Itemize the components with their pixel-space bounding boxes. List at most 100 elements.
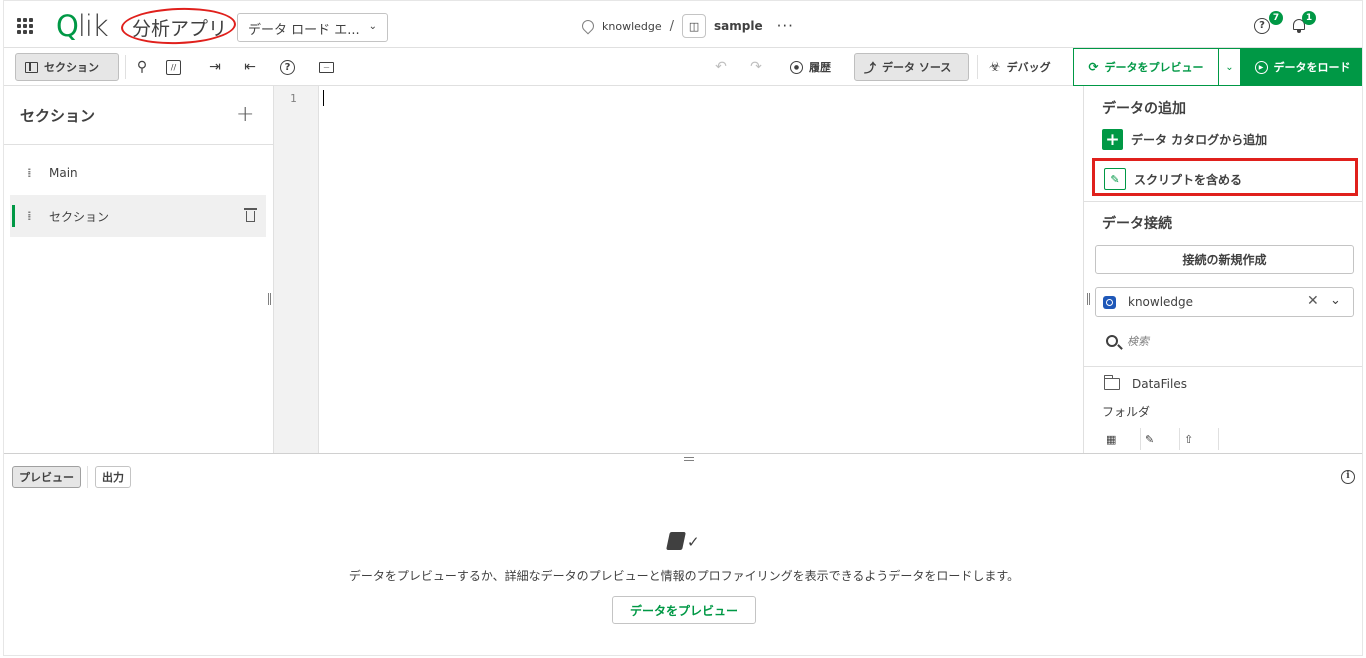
annotation-rectangle (1092, 158, 1358, 196)
new-connection-button[interactable]: 接続の新規作成 (1095, 245, 1354, 274)
play-icon: ▶ (1254, 60, 1268, 74)
space-icon (579, 17, 597, 35)
notifications-badge: 1 (1302, 11, 1316, 25)
select-data-icon[interactable]: ▦ (1102, 428, 1141, 450)
tab-preview[interactable]: プレビュー (12, 466, 81, 488)
resize-handle[interactable] (684, 457, 694, 461)
connection-select[interactable]: knowledge ✕ ⌄ (1095, 287, 1354, 317)
space-link[interactable]: knowledge (602, 20, 662, 33)
toolbar-divider (977, 55, 978, 79)
comment-icon[interactable]: // (166, 60, 181, 75)
help-badge: 7 (1269, 11, 1283, 25)
folder-icon (1103, 375, 1120, 390)
help-icon[interactable]: ? (1254, 18, 1270, 34)
breadcrumb-separator: / (669, 18, 675, 34)
preview-dropdown-button[interactable]: ⌄ (1219, 48, 1241, 86)
breadcrumb: knowledge / ◫ sample ··· (579, 14, 794, 38)
clear-icon[interactable]: ✕ (1307, 293, 1319, 309)
divider (87, 466, 88, 488)
tab-output[interactable]: 出力 (95, 466, 131, 488)
history-button[interactable]: ● 履歴 (781, 53, 840, 81)
section-item-label: セクション (49, 209, 110, 224)
folder-name: DataFiles (1132, 377, 1187, 391)
mode-select[interactable]: データ ロード エ... ⌄ (237, 13, 388, 42)
insert-script-icon[interactable]: ✎ (1141, 428, 1180, 450)
folder-item-datafiles[interactable]: DataFiles (1103, 375, 1187, 391)
folder-actions: ▦ ✎ ⇧ (1102, 428, 1219, 450)
info-icon[interactable]: i (1341, 470, 1355, 484)
line-number: 1 (290, 92, 297, 105)
empty-state-message: データをプレビューするか、詳細なデータのプレビューと情報のプロファイリングを表示… (348, 569, 1020, 583)
app-title[interactable]: sample (714, 19, 763, 33)
divider (1084, 201, 1362, 202)
indent-icon[interactable]: ⇥ (206, 58, 224, 76)
connection-select-value: knowledge (1128, 295, 1194, 309)
drag-handle-icon[interactable]: ⁞⁞ (27, 166, 35, 180)
search-icon (1106, 335, 1118, 347)
debug-label: デバッグ (1006, 61, 1051, 74)
help-circle-icon[interactable]: ? (280, 60, 295, 75)
preview-data-secondary-button[interactable]: データをプレビュー (612, 596, 756, 624)
search-placeholder: 検索 (1127, 335, 1149, 348)
sections-title: セクション (20, 107, 96, 125)
preview-icon: ⟳ (1088, 60, 1099, 74)
line-gutter: 1 (274, 86, 319, 453)
preview-data-label: データをプレビュー (1104, 61, 1204, 74)
data-panel: データの追加 + データ カタログから追加 ✎ スクリプトを含める データ接続 … (1083, 86, 1362, 453)
chevron-down-icon: ⌄ (368, 21, 377, 32)
debug-button[interactable]: ☣ デバッグ (980, 53, 1060, 81)
connections-title: データ接続 (1102, 216, 1172, 232)
resize-handle[interactable] (268, 293, 271, 305)
search-icon[interactable]: ⚲ (133, 58, 151, 76)
toolbar: セクション ⚲ // ⇥ ⇤ ? — ↶ ↷ ● 履歴 ⤴ データ ソース ☣ … (4, 48, 1362, 86)
keyboard-icon[interactable]: — (319, 62, 334, 73)
redo-icon[interactable]: ↷ (747, 58, 765, 76)
qlik-logo[interactable]: Qlik (56, 9, 109, 43)
drag-handle-icon[interactable]: ⁞⁞ (27, 209, 35, 223)
outdent-icon[interactable]: ⇤ (241, 58, 259, 76)
add-data-title: データの追加 (1102, 101, 1186, 117)
trash-icon[interactable] (244, 208, 257, 222)
app-frame: Qlik 分析アプリ データ ロード エ... ⌄ knowledge / ◫ … (3, 0, 1363, 656)
undo-icon[interactable]: ↶ (712, 58, 730, 76)
toolbar-divider (125, 55, 126, 79)
preview-data-button[interactable]: ⟳ データをプレビュー (1073, 48, 1219, 86)
divider (4, 144, 273, 145)
add-section-button[interactable]: + (236, 102, 254, 127)
app-icon: ◫ (682, 14, 707, 38)
section-item-selected[interactable]: ⁞⁞ セクション (10, 195, 266, 237)
datasource-button[interactable]: ⤴ データ ソース (854, 53, 969, 81)
divider (1084, 366, 1362, 367)
app-grid-icon[interactable] (17, 18, 33, 34)
preview-panel: プレビュー 出力 i ✓ データをプレビューするか、詳細なデータのプレビューと情… (4, 453, 1362, 655)
datasource-label: データ ソース (882, 61, 952, 74)
chevron-down-icon[interactable]: ⌄ (1330, 293, 1341, 308)
add-from-catalog-label: データ カタログから追加 (1131, 133, 1268, 147)
mode-select-value: データ ロード エ... (248, 23, 360, 38)
folder-type: フォルダ (1102, 405, 1151, 419)
add-from-catalog-button[interactable]: + データ カタログから追加 (1102, 129, 1267, 150)
top-header: Qlik 分析アプリ データ ロード エ... ⌄ knowledge / ◫ … (4, 1, 1362, 48)
chevron-down-icon: ⌄ (1225, 61, 1234, 73)
section-item-main[interactable]: ⁞⁞ Main (10, 152, 266, 194)
panel-icon (25, 61, 38, 73)
upload-script-icon[interactable]: ⇧ (1180, 428, 1219, 450)
more-options-icon[interactable]: ··· (777, 17, 794, 35)
sections-toggle-label: セクション (44, 61, 99, 74)
script-editor[interactable]: 1 (274, 86, 1083, 453)
plug-icon: ⤴ (864, 60, 877, 75)
space-icon (1103, 296, 1116, 309)
resize-handle[interactable] (1087, 293, 1090, 305)
connection-search[interactable]: 検索 (1106, 333, 1149, 349)
load-data-label: データをロード (1273, 61, 1351, 74)
history-label: 履歴 (809, 61, 831, 74)
data-check-icon: ✓ (666, 530, 706, 552)
section-item-label: Main (49, 166, 78, 180)
text-caret (323, 90, 324, 106)
history-icon: ● (790, 60, 803, 74)
selected-indicator (12, 205, 15, 227)
load-data-button[interactable]: ▶ データをロード (1241, 48, 1362, 86)
bug-icon: ☣ (989, 59, 1001, 75)
sections-panel: セクション + ⁞⁞ Main ⁞⁞ セクション (4, 86, 274, 453)
sections-toggle-button[interactable]: セクション (15, 53, 119, 81)
